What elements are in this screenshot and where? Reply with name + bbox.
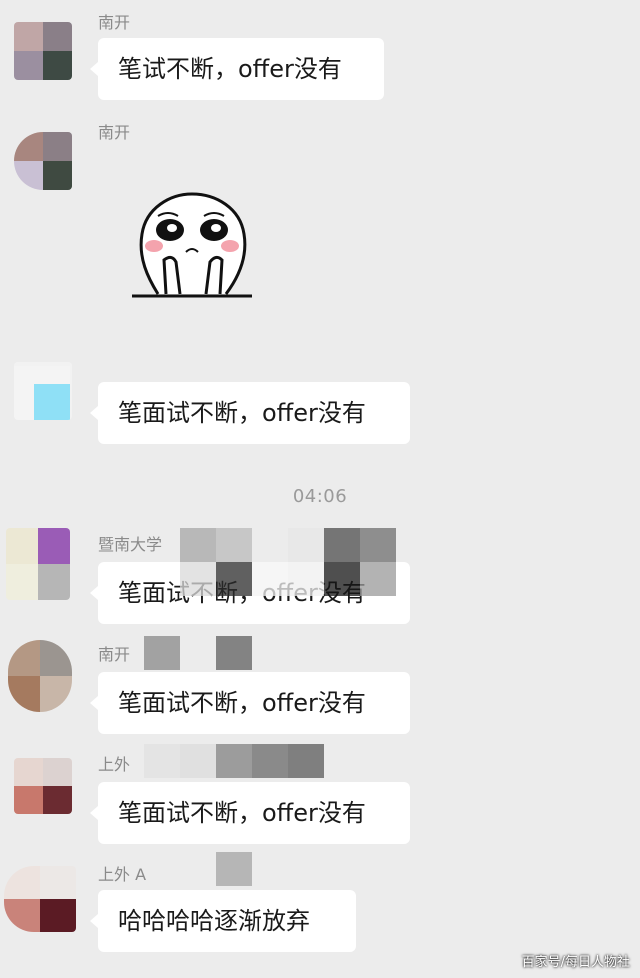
sender-name: 南开 (98, 123, 131, 142)
redacted-sender (180, 562, 396, 596)
avatar[interactable] (8, 640, 72, 712)
redacted-sender (180, 528, 396, 562)
timestamp: 04:06 (292, 486, 348, 507)
sender-name: 上外 (98, 755, 131, 774)
redacted-sender (144, 744, 324, 778)
sender-name: 南开 (98, 13, 131, 32)
message-bubble[interactable]: 笔面试不断，offer没有 (90, 782, 410, 844)
message-bubble[interactable]: 哈哈哈哈逐渐放弃 (90, 890, 356, 952)
redacted-sender (216, 852, 252, 886)
redacted-sender (144, 636, 252, 670)
avatar[interactable] (14, 758, 72, 814)
avatar[interactable] (14, 22, 72, 80)
sender-name: 南开 (98, 645, 131, 664)
avatar[interactable] (6, 528, 70, 600)
avatar[interactable] (4, 866, 76, 932)
sad-face-sticker[interactable] (128, 188, 258, 306)
avatar[interactable] (14, 132, 72, 190)
message-bubble[interactable]: 笔面试不断，offer没有 (90, 382, 410, 444)
avatar[interactable] (14, 362, 72, 420)
watermark: 百家号/每日人物社 (521, 955, 630, 970)
message-bubble[interactable]: 笔试不断，offer没有 (90, 38, 384, 100)
sender-name: 上外 A (98, 865, 147, 884)
sender-name: 暨南大学 (98, 535, 163, 554)
message-bubble[interactable]: 笔面试不断，offer没有 (90, 672, 410, 734)
